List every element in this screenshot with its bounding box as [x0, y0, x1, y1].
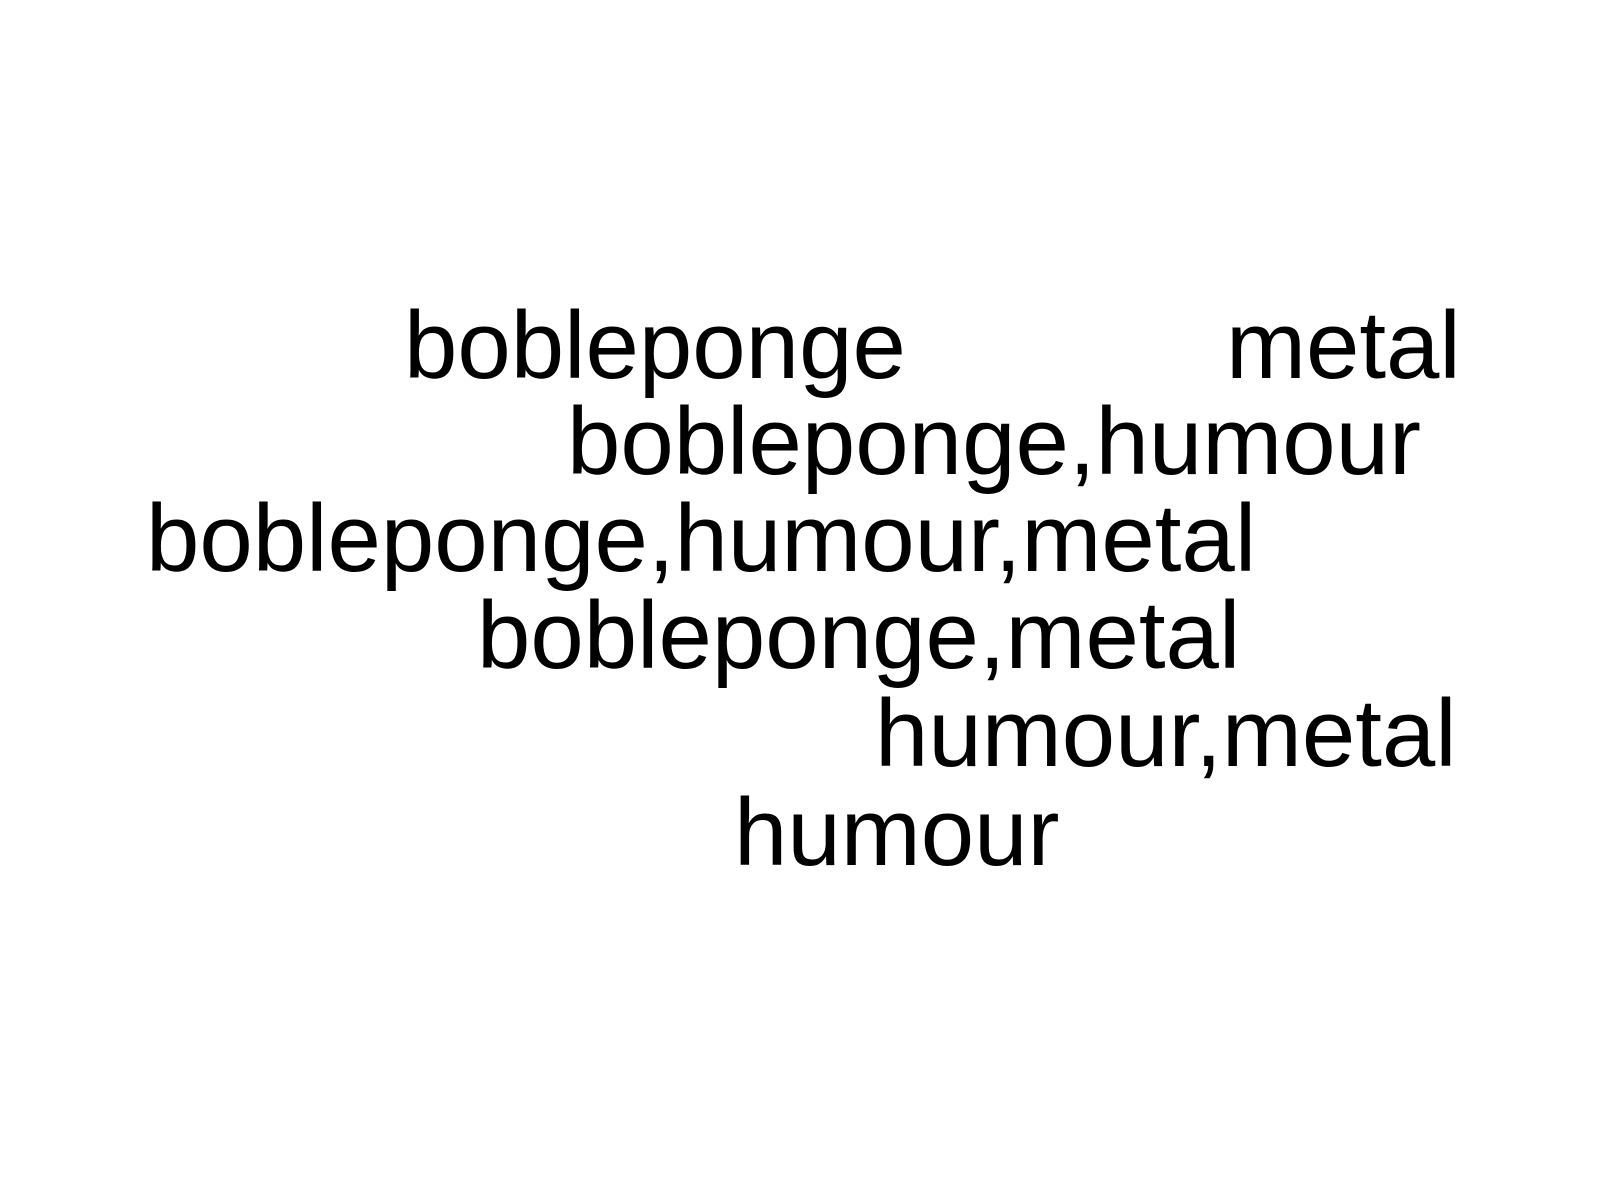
word-bobleponge-humour-metal: bobleponge,humour,metal — [146, 485, 1257, 592]
word-bobleponge: bobleponge — [404, 292, 906, 399]
word-humour: humour — [734, 779, 1060, 886]
word-layout-canvas: bobleponge metal bobleponge,humour boble… — [0, 0, 1600, 1200]
word-humour-metal: humour,metal — [875, 680, 1457, 787]
word-bobleponge-metal: bobleponge,metal — [477, 582, 1241, 689]
word-metal: metal — [1226, 292, 1461, 399]
word-bobleponge-humour: bobleponge,humour — [567, 388, 1422, 495]
